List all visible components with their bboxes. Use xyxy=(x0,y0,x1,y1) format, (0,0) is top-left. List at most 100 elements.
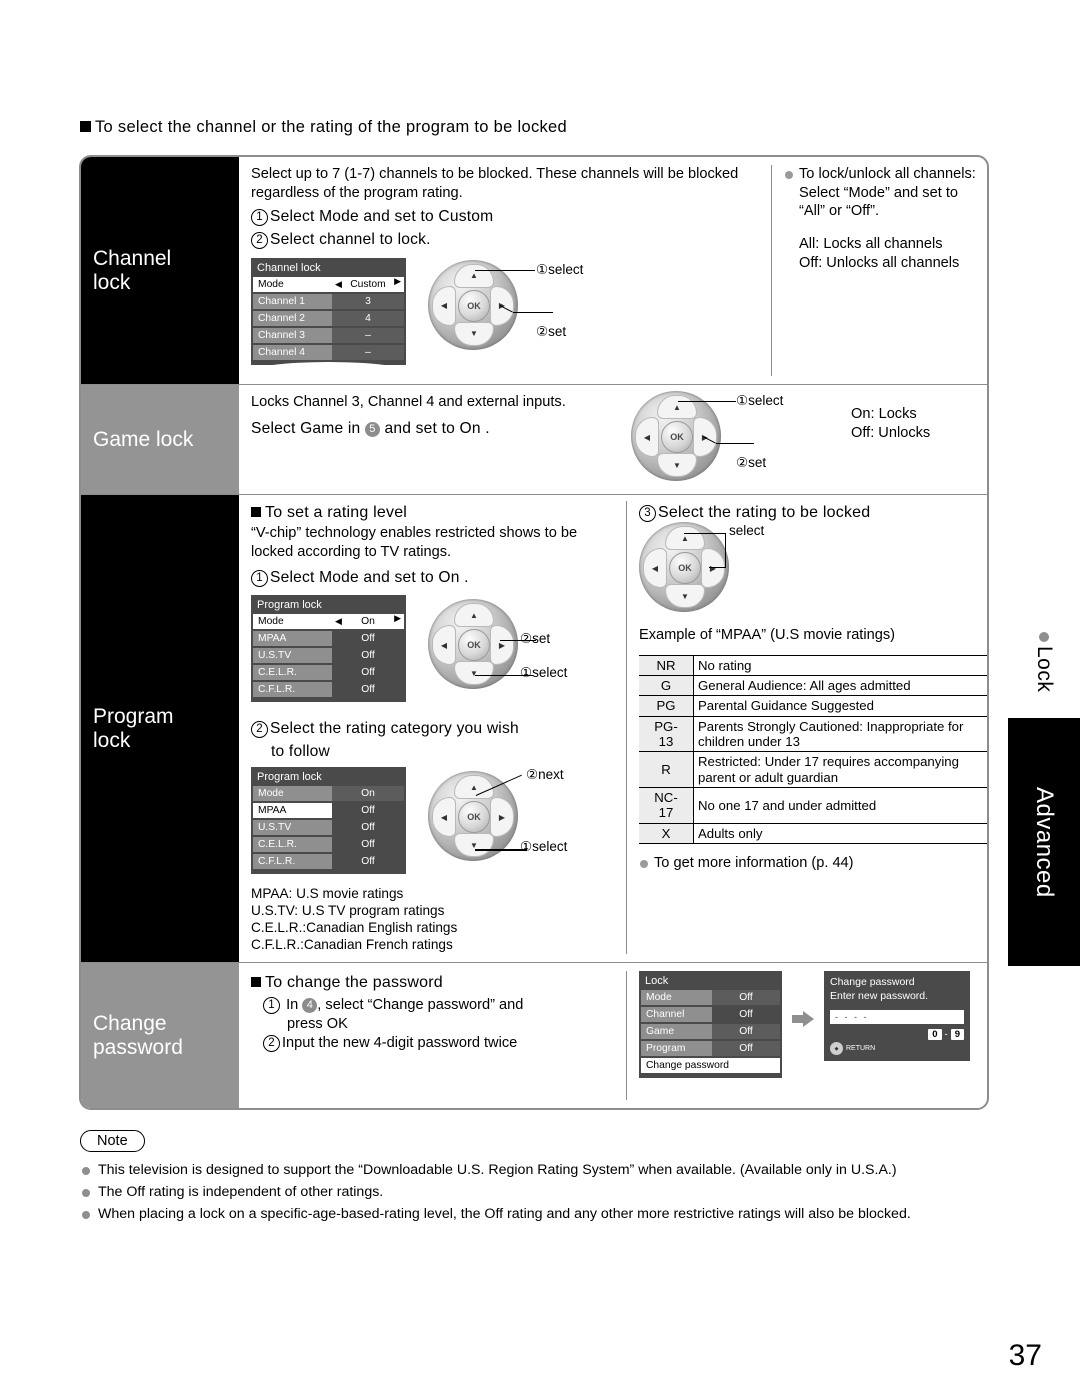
pw-panel-prompt: Enter new password. xyxy=(830,990,929,1003)
osd-row-ustv[interactable]: U.S.TV Off xyxy=(253,820,404,836)
step-number-2: 2 xyxy=(251,231,268,249)
bullet-dot-icon xyxy=(1039,632,1049,642)
program-lock-step3: 3 Select the rating to be locked xyxy=(639,501,987,524)
osd-row-mode[interactable]: Mode ◀ Custom ▶ xyxy=(253,276,404,292)
change-password-subheading-text: To change the password xyxy=(265,974,443,991)
program-lock-step3-text: Select the rating to be locked xyxy=(658,504,871,521)
game-lock-line2-post: and set to On . xyxy=(384,419,490,437)
left-arrow-icon: ◀ xyxy=(335,278,342,289)
square-bullet-icon xyxy=(80,121,91,132)
osd-row-mpaa[interactable]: MPAA Off xyxy=(253,631,404,647)
step-number-1: 1 xyxy=(263,997,280,1015)
row-label-change-password: Change password xyxy=(81,963,239,1108)
program-lock-vchip: “V-chip” technology enables restricted s… xyxy=(251,525,578,560)
step-badge-4: 4 xyxy=(302,998,318,1014)
change-password-step1-cont: press OK xyxy=(287,1015,348,1032)
osd-row-value: Off xyxy=(361,650,375,662)
program-lock-step2-line2: to follow xyxy=(271,742,331,760)
dpad-game-lock[interactable]: ▲ ▼ ◀ ▶ OK xyxy=(631,391,721,481)
dpad-up-button[interactable]: ▲ xyxy=(665,526,705,551)
osd-row-value: Off xyxy=(712,990,780,1005)
dpad-left-button[interactable]: ◀ xyxy=(635,417,659,457)
dpad-up-button[interactable]: ▲ xyxy=(454,603,494,628)
dpad-up-button[interactable]: ▲ xyxy=(657,395,697,419)
game-lock-left-column: Locks Channel 3, Channel 4 and external … xyxy=(251,393,621,486)
channel-lock-step2-text: Select channel to lock. xyxy=(270,230,431,248)
right-arrow-icon: ▶ xyxy=(394,613,401,624)
osd-row-channel2[interactable]: Channel 2 4 xyxy=(253,310,404,326)
osd-title: Channel lock xyxy=(257,261,321,274)
channel-lock-step1-text: Select Mode and set to Custom xyxy=(270,208,494,226)
osd-program-lock-2: Program lock Mode On MPAA Off U.S.TV Off… xyxy=(251,767,406,875)
row-body-game-lock: Locks Channel 3, Channel 4 and external … xyxy=(239,385,987,494)
arrow-right-icon xyxy=(792,1011,814,1027)
dpad-caption-set: ②set xyxy=(536,323,567,339)
dpad-ok-button[interactable]: OK xyxy=(458,289,490,322)
osd-row-ustv[interactable]: U.S.TV Off xyxy=(253,648,404,664)
program-lock-step1-text: Select Mode and set to On . xyxy=(270,568,469,586)
rating-code: X xyxy=(639,823,694,844)
dpad-caption-select: ①select xyxy=(520,665,568,681)
dpad-ok-button[interactable]: OK xyxy=(669,552,701,585)
rating-code: NR xyxy=(639,654,694,677)
game-lock-on-text: On: Locks xyxy=(851,406,917,422)
rating-desc: No one 17 and under admitted xyxy=(693,787,987,824)
rating-code: R xyxy=(639,751,694,789)
osd-row-mpaa[interactable]: MPAA Off xyxy=(253,803,404,819)
osd-row-cflr[interactable]: C.F.L.R. Off xyxy=(253,854,404,870)
game-lock-line2-pre: Select Game in xyxy=(251,419,361,437)
osd-row-key: MPAA xyxy=(253,803,332,819)
dpad-caption-set: ②set xyxy=(520,631,551,647)
osd-row-channel[interactable]: Channel Off xyxy=(641,1007,780,1022)
channel-lock-right-column: To lock/unlock all channels: Select “Mod… xyxy=(771,165,977,376)
osd-row-key: C.F.L.R. xyxy=(253,854,332,870)
osd-row-key: Channel 1 xyxy=(253,293,332,309)
note-section: Note This television is designed to supp… xyxy=(80,1130,1000,1227)
osd-row-celr[interactable]: C.E.L.R. Off xyxy=(253,837,404,853)
osd-row-channel3[interactable]: Channel 3 – xyxy=(253,327,404,343)
osd-row-game[interactable]: Game Off xyxy=(641,1024,780,1039)
program-lock-left-column: To set a rating level “V-chip” technolog… xyxy=(251,501,626,954)
osd-row-celr[interactable]: C.E.L.R. Off xyxy=(253,665,404,681)
dpad-channel-lock[interactable]: ▲ ▼ ◀ ▶ OK xyxy=(428,259,518,350)
osd-row-value-wrap: ◀ Custom ▶ xyxy=(332,276,404,292)
osd-row-value: Off xyxy=(361,839,375,851)
pw-panel-title: Change password xyxy=(830,976,915,988)
lock-all-note-line2: Select “Mode” and set to “All” or “Off”. xyxy=(799,184,958,220)
square-bullet-icon xyxy=(251,977,261,987)
side-tab-lock-label: Lock xyxy=(1033,646,1056,693)
rating-desc: Restricted: Under 17 requires accompanyi… xyxy=(693,751,987,789)
dpad-ok-button[interactable]: OK xyxy=(661,421,693,453)
osd-row-program[interactable]: Program Off xyxy=(641,1041,780,1056)
osd-row-key: Channel 3 xyxy=(253,327,332,343)
osd-row-mode[interactable]: Mode Off xyxy=(641,990,780,1005)
lock-all-value-off: Off: Unlocks all channels xyxy=(799,254,960,271)
dpad-left-button[interactable]: ◀ xyxy=(432,285,456,326)
side-tab-lock: Lock xyxy=(1032,632,1056,692)
abbrev-ustv: U.S.TV: U.S TV program ratings xyxy=(251,903,445,919)
step-number-2: 2 xyxy=(251,721,268,739)
osd-row-channel1[interactable]: Channel 1 3 xyxy=(253,293,404,309)
dpad-ok-button[interactable]: OK xyxy=(458,629,490,662)
osd-row-value: Off xyxy=(712,1041,780,1056)
channel-lock-intro: Select up to 7 (1-7) channels to be bloc… xyxy=(251,166,739,201)
osd-row-mode[interactable]: Mode On xyxy=(253,786,404,802)
password-input[interactable]: - - - - xyxy=(830,1010,964,1025)
osd-row-change-password[interactable]: Change password xyxy=(641,1058,780,1073)
row-label-channel-lock-text: Channel lock xyxy=(93,246,172,294)
osd-row-mode[interactable]: Mode ◀ On ▶ xyxy=(253,613,404,630)
osd-row-value: Off xyxy=(361,667,375,679)
osd-row-cflr[interactable]: C.F.L.R. Off xyxy=(253,682,404,698)
leader-line-up xyxy=(475,269,535,272)
dpad-program-lock-2[interactable]: ▲ ▼ ◀ ▶ OK xyxy=(428,771,518,862)
table-row: PG- 13 Parents Strongly Cautioned: Inapp… xyxy=(639,716,987,753)
osd-row-value: – xyxy=(332,344,404,360)
osd-lock-menu: Lock Mode Off Channel Off Game Off Progr… xyxy=(639,971,782,1078)
digit-range-hint: 0 - 9 xyxy=(830,1029,964,1041)
note-item: When placing a lock on a specific-age-ba… xyxy=(80,1205,1000,1224)
row-label-program-lock: Program lock xyxy=(81,495,239,962)
osd-row-channel4[interactable]: Channel 4 – xyxy=(253,344,404,360)
program-lock-subheading-text: To set a rating level xyxy=(265,504,408,521)
dpad-up-button[interactable]: ▲ xyxy=(454,775,494,800)
side-tab-advanced-label: Advanced xyxy=(1031,786,1058,898)
